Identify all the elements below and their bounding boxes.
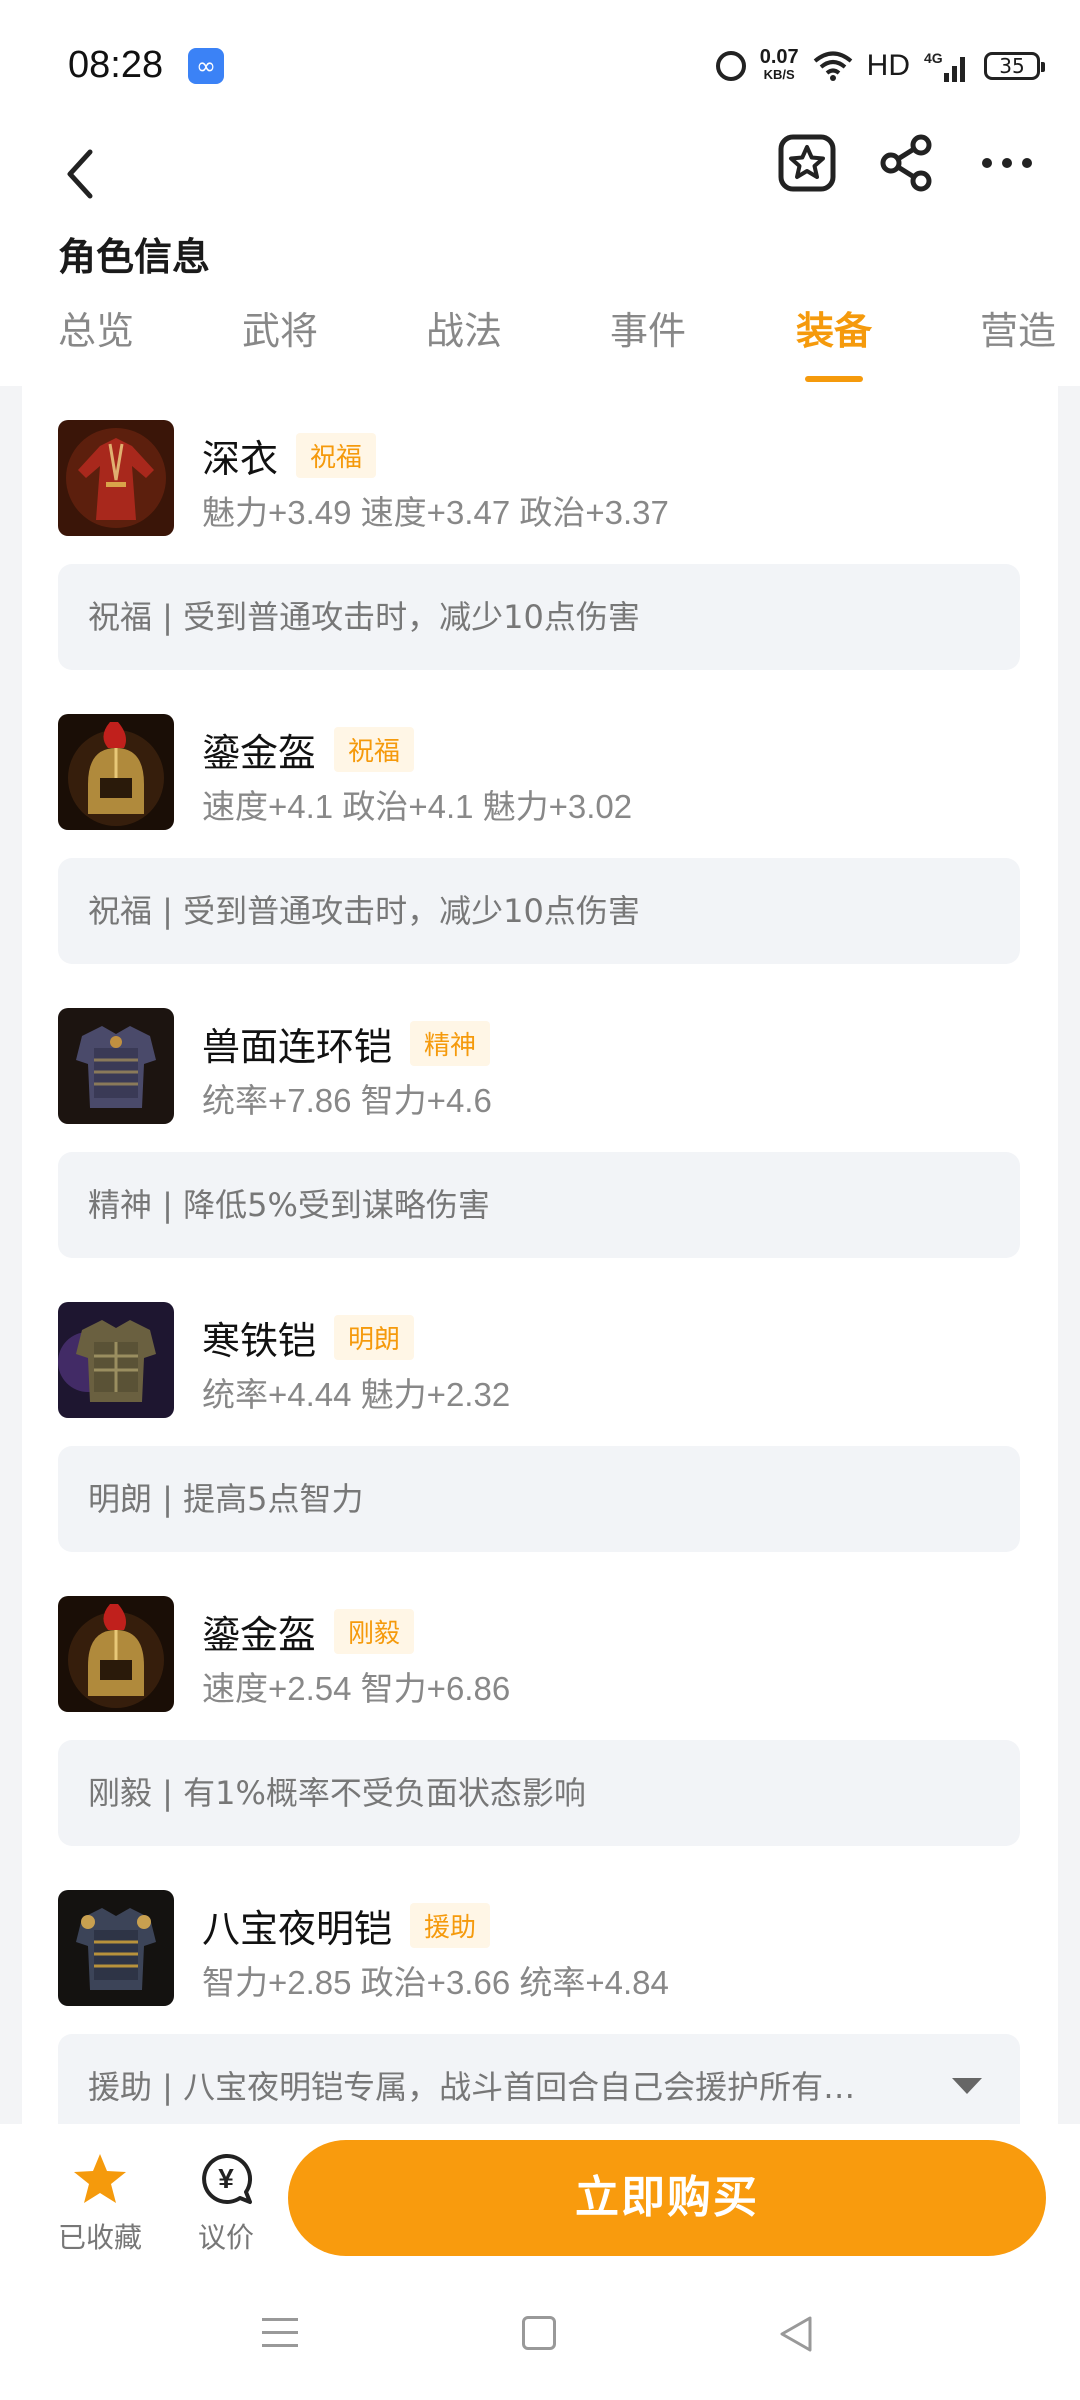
favorite-label: 已收藏 bbox=[57, 2221, 142, 2254]
item-stats: 速度+4.1 政治+4.1 魅力+3.02 bbox=[202, 788, 633, 825]
item-name: 兽面连环铠 bbox=[202, 1025, 393, 1069]
equipment-item: 鎏金盔 刚毅 速度+2.54 智力+6.86 刚毅 | 有1%概率不受负面状态影… bbox=[22, 1562, 1058, 1856]
header-actions bbox=[774, 130, 1040, 196]
item-stats: 统率+7.86 智力+4.6 bbox=[202, 1082, 492, 1119]
buy-now-button[interactable]: 立即购买 bbox=[288, 2140, 1046, 2256]
favorite-star-icon[interactable] bbox=[774, 130, 840, 196]
menu-icon[interactable] bbox=[262, 2318, 298, 2357]
net-speed-unit: KB/S bbox=[763, 67, 795, 82]
page-title: 角色信息 bbox=[58, 235, 211, 279]
item-name-row: 鎏金盔 祝福 bbox=[202, 722, 415, 777]
item-name: 鎏金盔 bbox=[202, 731, 317, 775]
item-effect: 刚毅 | 有1%概率不受负面状态影响 bbox=[58, 1740, 1020, 1846]
wifi-icon bbox=[813, 51, 852, 81]
header: 角色信息 总览 武将 战法 事件 装备 营造 bbox=[0, 130, 1080, 386]
signal-icon: 4G bbox=[924, 50, 965, 82]
status-icons: 0.07 KB/S HD 4G 35 bbox=[715, 46, 1045, 86]
item-effect: 援助 | 八宝夜明铠专属，战斗首回合自己会援护所有… bbox=[88, 2068, 856, 2106]
helmet-thumbnail bbox=[58, 1596, 174, 1712]
item-effect: 精神 | 降低5%受到谋略伤害 bbox=[58, 1152, 1020, 1258]
tab-events[interactable]: 事件 bbox=[610, 300, 686, 386]
alarm-icon bbox=[715, 51, 746, 81]
equipment-item: 鎏金盔 祝福 速度+4.1 政治+4.1 魅力+3.02 祝福 | 受到普通攻击… bbox=[22, 680, 1058, 974]
item-name-row: 鎏金盔 刚毅 bbox=[202, 1604, 415, 1659]
item-name: 鎏金盔 bbox=[202, 1613, 317, 1657]
tab-overview[interactable]: 总览 bbox=[58, 300, 134, 386]
tab-tactics[interactable]: 战法 bbox=[426, 300, 502, 386]
robe-thumbnail bbox=[58, 420, 174, 536]
item-name-row: 寒铁铠 明朗 bbox=[202, 1310, 415, 1365]
expand-chevron-icon[interactable] bbox=[952, 2078, 982, 2094]
status-bar: 08:28 ∞ 0.07 KB/S HD 4G 35 bbox=[0, 0, 1080, 130]
item-tag: 刚毅 bbox=[334, 1609, 415, 1654]
armor-thumbnail bbox=[58, 1302, 174, 1418]
net-speed: 0.07 KB/S bbox=[759, 46, 799, 84]
favorite-button[interactable]: 已收藏 bbox=[50, 2152, 150, 2256]
back-icon[interactable] bbox=[52, 138, 112, 208]
item-effect: 明朗 | 提高5点智力 bbox=[58, 1446, 1020, 1552]
item-name: 八宝夜明铠 bbox=[202, 1907, 393, 1951]
yuan-symbol: ¥ bbox=[218, 2163, 234, 2194]
item-effect: 祝福 | 受到普通攻击时，减少10点伤害 bbox=[58, 564, 1020, 670]
item-stats: 魅力+3.49 速度+3.47 政治+3.37 bbox=[202, 494, 669, 531]
helmet-thumbnail bbox=[58, 714, 174, 830]
equipment-item: 兽面连环铠 精神 统率+7.86 智力+4.6 精神 | 降低5%受到谋略伤害 bbox=[22, 974, 1058, 1268]
equipment-item: 寒铁铠 明朗 统率+4.44 魅力+2.32 明朗 | 提高5点智力 bbox=[22, 1268, 1058, 1562]
armor-thumbnail bbox=[58, 1890, 174, 2006]
equipment-item: 八宝夜明铠 援助 智力+2.85 政治+3.66 统率+4.84 援助 | 八宝… bbox=[22, 1856, 1058, 2124]
net-speed-value: 0.07 bbox=[759, 46, 799, 68]
item-effect: 祝福 | 受到普通攻击时，减少10点伤害 bbox=[58, 858, 1020, 964]
item-tag: 援助 bbox=[410, 1903, 491, 1948]
tab-construction[interactable]: 营造 bbox=[980, 300, 1056, 386]
tab-equipment[interactable]: 装备 bbox=[796, 300, 872, 386]
tab-generals[interactable]: 武将 bbox=[242, 300, 318, 386]
more-icon[interactable] bbox=[974, 130, 1040, 196]
bargain-button[interactable]: ¥ 议价 bbox=[186, 2152, 266, 2256]
network-type-label: HD bbox=[866, 49, 910, 82]
battery-icon: 35 bbox=[984, 52, 1045, 80]
status-time: 08:28 bbox=[68, 44, 164, 86]
equipment-item: 深衣 祝福 魅力+3.49 速度+3.47 政治+3.37 祝福 | 受到普通攻… bbox=[22, 386, 1058, 680]
item-stats: 统率+4.44 魅力+2.32 bbox=[202, 1376, 511, 1413]
signal-label: 4G bbox=[924, 50, 943, 66]
system-nav-bar bbox=[0, 2270, 1080, 2400]
app-notification-icon: ∞ bbox=[188, 48, 224, 84]
item-tag: 祝福 bbox=[334, 727, 415, 772]
share-icon[interactable] bbox=[874, 130, 940, 196]
item-stats: 智力+2.85 政治+3.66 统率+4.84 bbox=[202, 1964, 669, 2001]
item-tag: 祝福 bbox=[296, 433, 377, 478]
item-name: 寒铁铠 bbox=[202, 1319, 317, 1363]
equipment-list: 深衣 祝福 魅力+3.49 速度+3.47 政治+3.37 祝福 | 受到普通攻… bbox=[22, 386, 1058, 2124]
bottom-action-bar: 已收藏 ¥ 议价 立即购买 bbox=[0, 2124, 1080, 2270]
nav-back-icon[interactable] bbox=[774, 2312, 818, 2356]
item-stats: 速度+2.54 智力+6.86 bbox=[202, 1670, 511, 1707]
bargain-icon: ¥ bbox=[202, 2153, 252, 2204]
item-name-row: 深衣 祝福 bbox=[202, 428, 377, 483]
bargain-label: 议价 bbox=[197, 2221, 254, 2254]
item-tag: 精神 bbox=[410, 1021, 491, 1066]
item-tag: 明朗 bbox=[334, 1315, 415, 1360]
item-name-row: 八宝夜明铠 援助 bbox=[202, 1898, 491, 1953]
item-name: 深衣 bbox=[202, 437, 279, 481]
tab-bar: 总览 武将 战法 事件 装备 营造 bbox=[0, 300, 1080, 386]
armor-thumbnail bbox=[58, 1008, 174, 1124]
home-icon[interactable] bbox=[522, 2316, 556, 2350]
star-filled-icon bbox=[74, 2154, 126, 2203]
item-name-row: 兽面连环铠 精神 bbox=[202, 1016, 491, 1071]
item-effect-collapsible[interactable]: 援助 | 八宝夜明铠专属，战斗首回合自己会援护所有… bbox=[58, 2034, 1020, 2124]
